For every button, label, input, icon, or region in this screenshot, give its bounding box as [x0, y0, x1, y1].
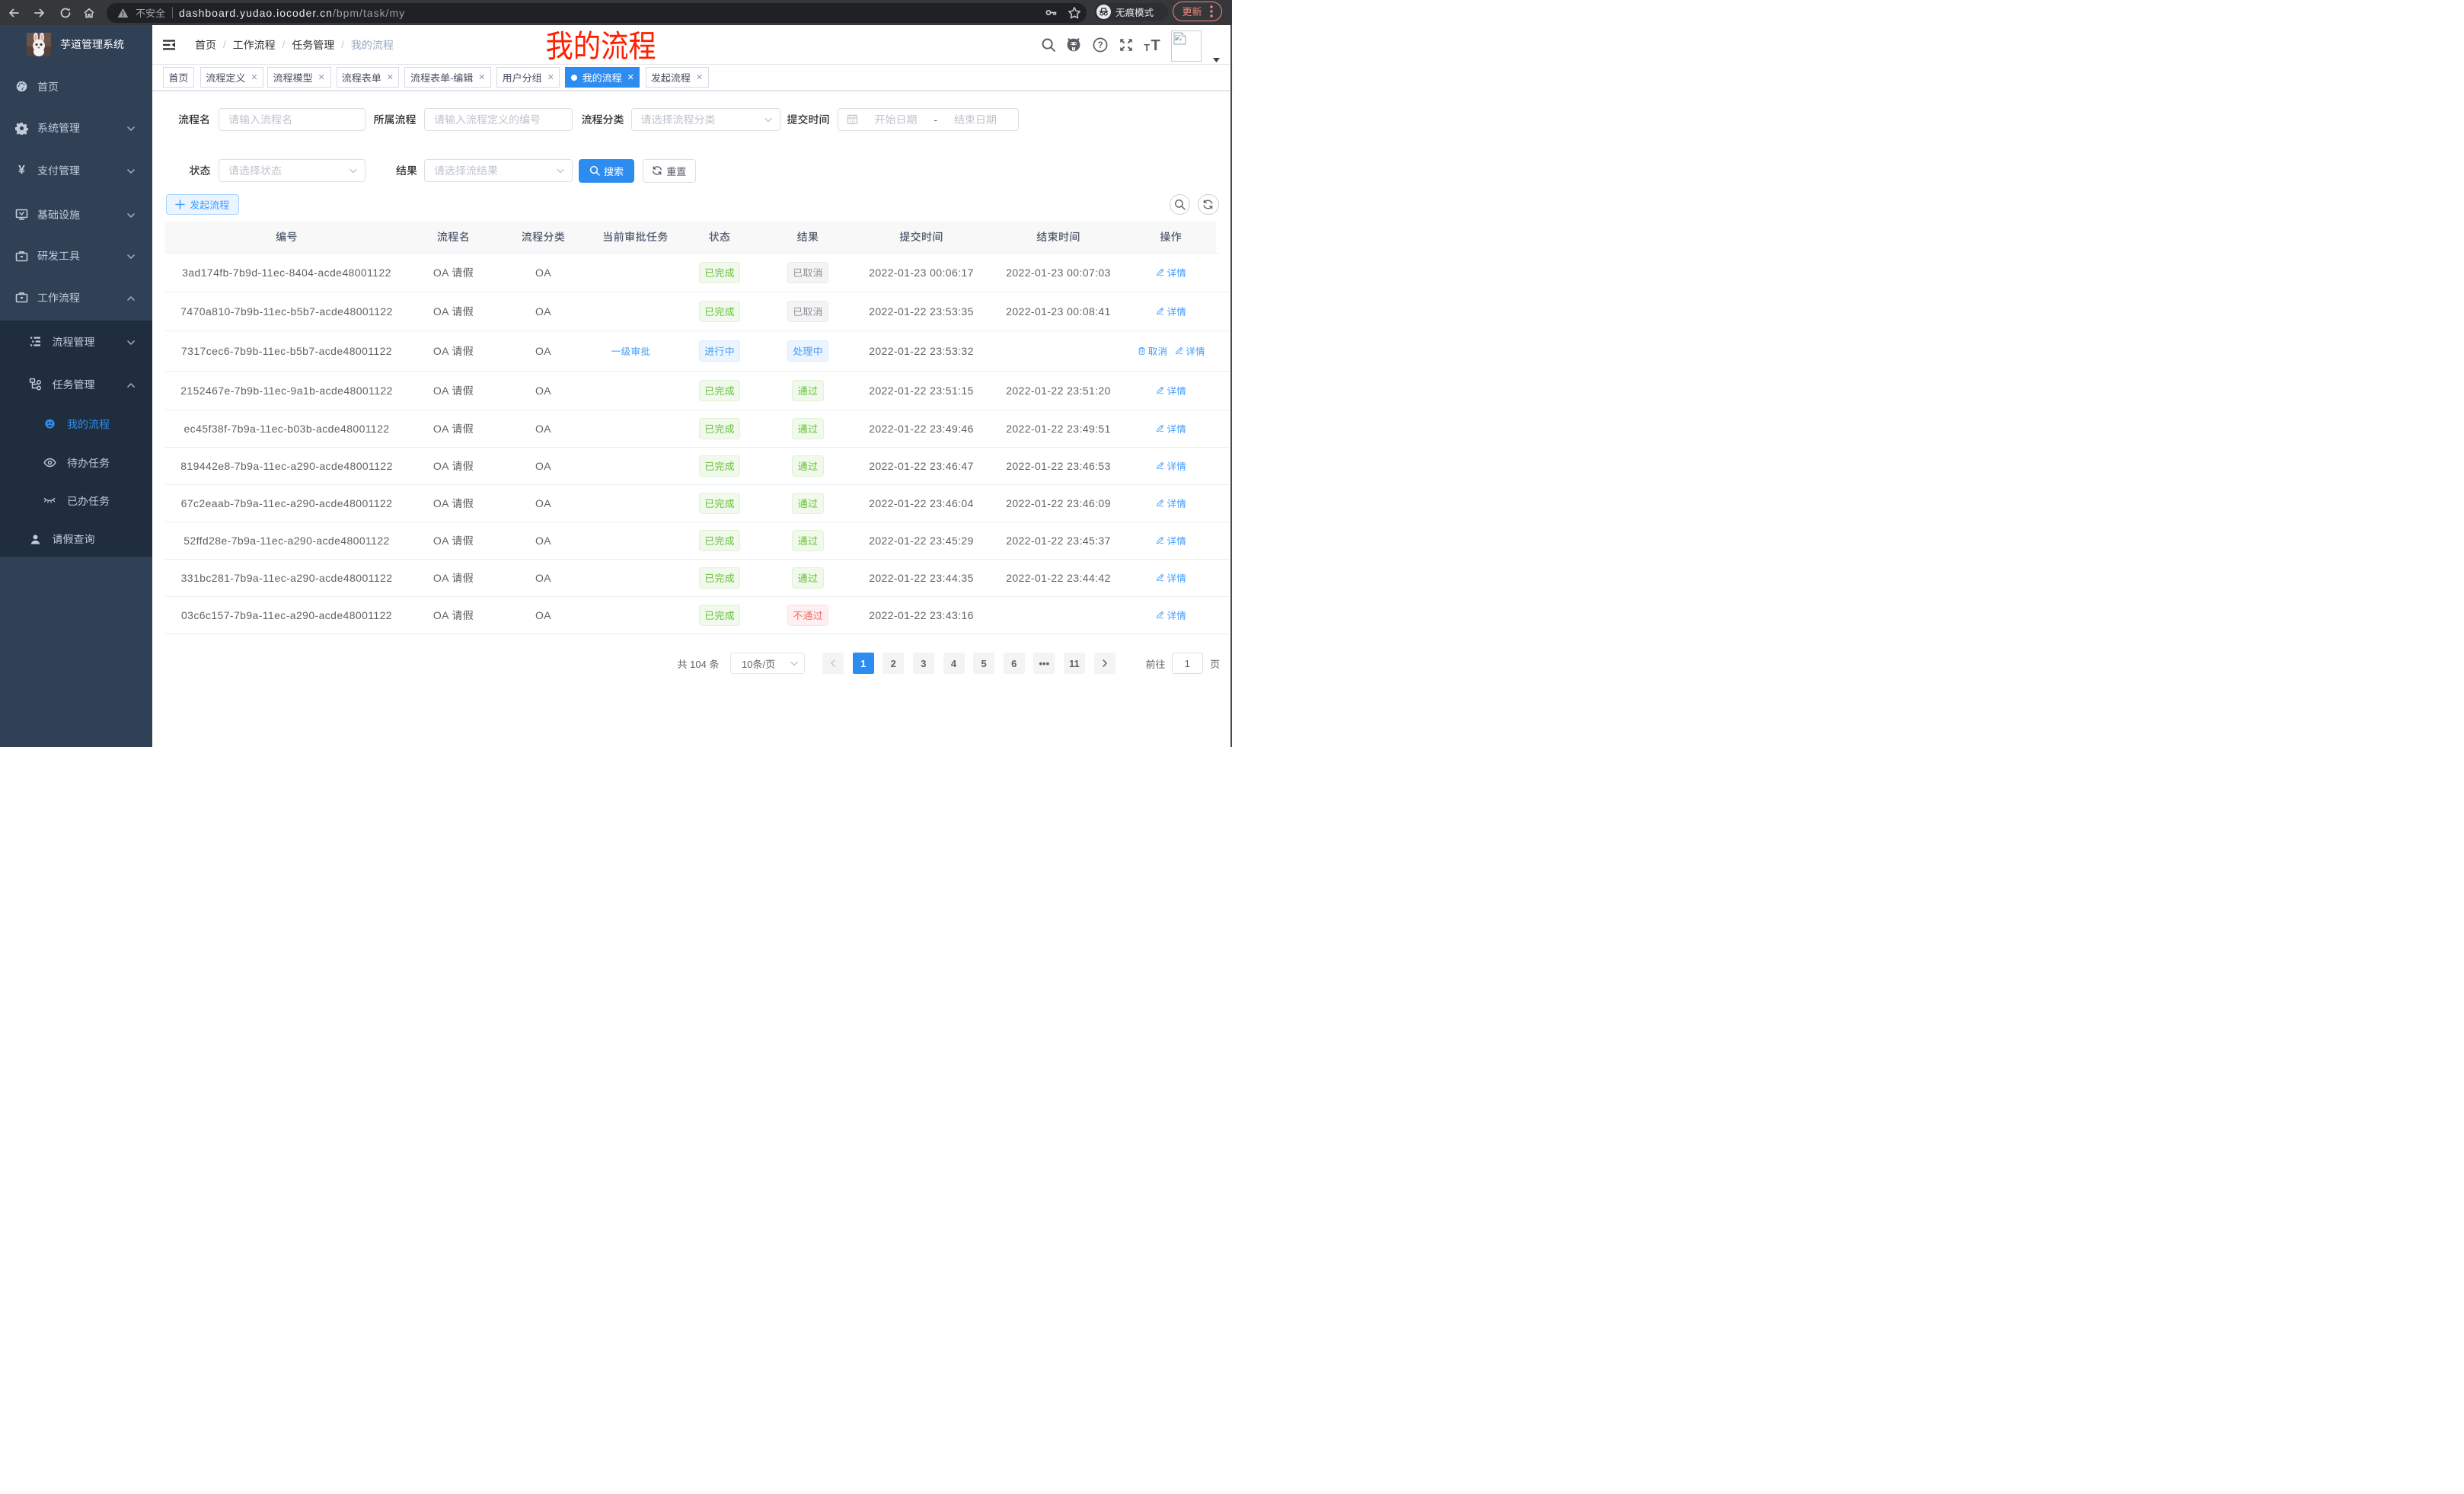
svg-text:?: ?: [1097, 41, 1103, 50]
